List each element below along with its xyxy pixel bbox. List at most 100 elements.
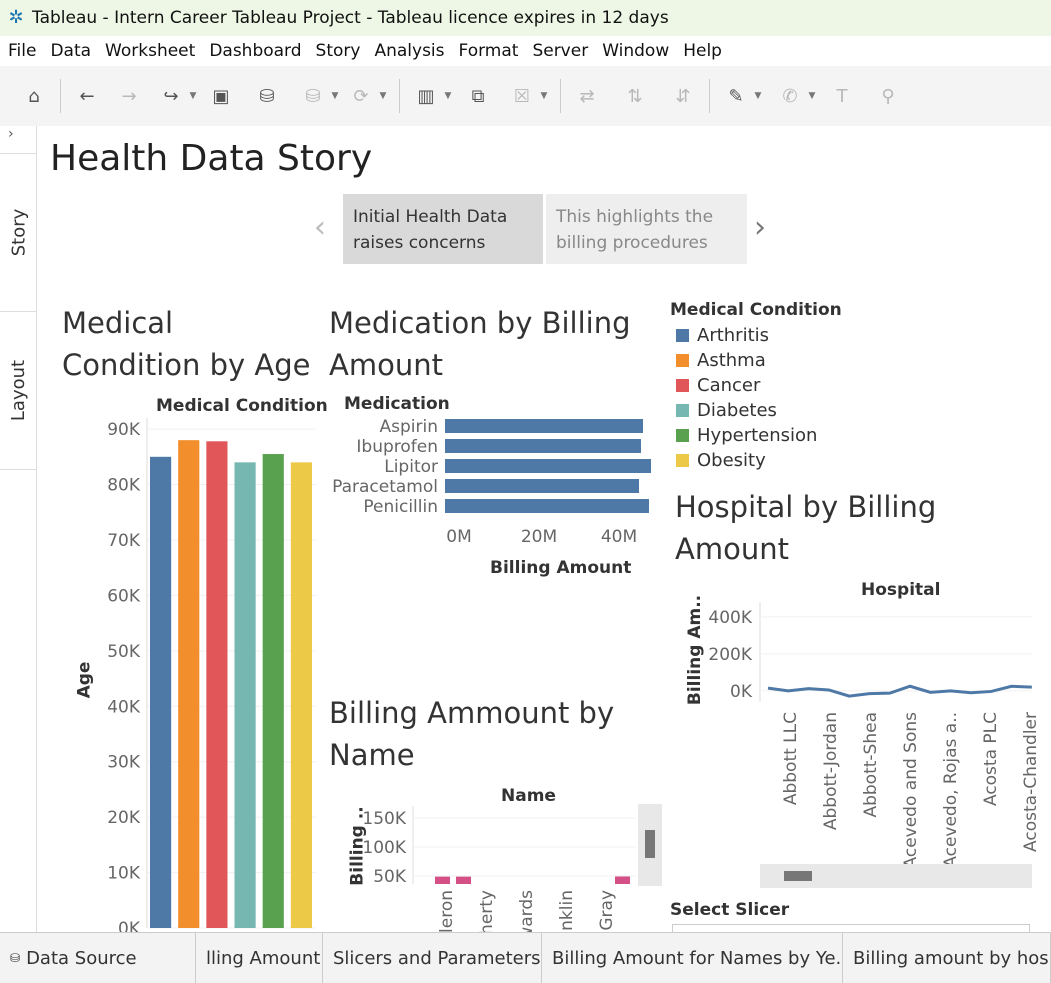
text-icon[interactable]: T [826, 80, 858, 112]
x-tick-label: 20M [521, 527, 557, 547]
tab-billing-amount-names-by-year[interactable]: Billing Amount for Names by Ye... [542, 933, 843, 983]
legend-swatch [676, 404, 689, 417]
next-story-point-icon[interactable]: › [754, 210, 766, 245]
bar-asthma [178, 440, 200, 928]
tab-slicers-and-parameters[interactable]: Slicers and Parameters [323, 933, 542, 983]
y-tick-label: 400K [708, 608, 752, 628]
home-icon[interactable]: ⌂ [18, 80, 50, 112]
name-vertical-scrollbar[interactable] [638, 804, 662, 886]
hospital-horizontal-scrollbar[interactable] [760, 864, 1032, 888]
bar-name [435, 876, 450, 884]
x-tick-label: leron [437, 890, 457, 933]
title-bar: ✲ Tableau - Intern Career Tableau Projec… [0, 0, 1051, 36]
duplicate-icon[interactable]: ⧉ [462, 80, 494, 112]
condition-age-ylabel: Age [74, 661, 95, 699]
pin-icon[interactable]: ⚲ [872, 80, 904, 112]
new-datasource-icon[interactable]: ⛁ [251, 80, 283, 112]
save-icon[interactable]: ▣ [205, 80, 237, 112]
story-point-2[interactable]: This highlights the billing procedures [546, 194, 747, 264]
category-label: Penicillin [363, 497, 438, 517]
highlight-dropdown-icon[interactable]: ▼ [752, 91, 764, 101]
menu-worksheet[interactable]: Worksheet [97, 41, 201, 61]
datasource-dropdown-icon[interactable]: ▼ [329, 91, 341, 101]
new-worksheet-dropdown-icon[interactable]: ▼ [442, 91, 454, 101]
y-tick-label: 40K [107, 697, 141, 717]
sheet-tab-bar: ⛁ Data Source lling Amount Slicers and Pa… [0, 932, 1051, 983]
new-worksheet-icon[interactable]: ▥ [410, 80, 442, 112]
toolbar: ⌂ ← → ↪ ▼ ▣ ⛁ ⛁ ▼ ⟳ ▼ ▥ ▼ ⧉ ☒ ▼ ⇄ ⇅ ⇵ ✎ … [0, 66, 1051, 126]
legend-item-diabetes[interactable]: Diabetes [676, 400, 777, 421]
redo-dropdown-icon[interactable]: ▼ [187, 91, 199, 101]
category-label: Paracetamol [332, 477, 438, 497]
tab-billing-amount-by-hospital[interactable]: Billing amount by hospit [843, 933, 1051, 983]
menu-story[interactable]: Story [308, 41, 367, 61]
swap-icon[interactable]: ⇄ [571, 80, 603, 112]
highlight-icon[interactable]: ✎ [720, 80, 752, 112]
expand-sidebar-icon[interactable]: › [0, 126, 36, 154]
toolbar-divider [709, 79, 710, 113]
scrollbar-thumb[interactable] [645, 830, 655, 858]
legend-label: Asthma [697, 350, 766, 371]
x-tick-label: herty [477, 890, 497, 935]
sort-asc-icon[interactable]: ⇅ [619, 80, 651, 112]
toolbar-divider [399, 79, 400, 113]
datasource-icon: ⛁ [10, 951, 21, 965]
clear-dropdown-icon[interactable]: ▼ [538, 91, 550, 101]
menu-help[interactable]: Help [675, 41, 728, 61]
window-title: Tableau - Intern Career Tableau Project … [32, 8, 669, 28]
menu-data[interactable]: Data [42, 41, 97, 61]
back-icon[interactable]: ← [71, 80, 103, 112]
tab-label: lling Amount [206, 947, 321, 969]
menu-server[interactable]: Server [524, 41, 594, 61]
redo-icon[interactable]: ↪ [155, 80, 187, 112]
legend-item-arthritis[interactable]: Arthritis [676, 325, 769, 346]
tab-layout[interactable]: Layout [0, 312, 37, 470]
attach-icon[interactable]: ✆ [774, 80, 806, 112]
bar-cancer [206, 441, 228, 928]
story-point-1[interactable]: Initial Health Data raises concerns [343, 194, 543, 264]
story-title: Health Data Story [50, 138, 373, 179]
tab-story[interactable]: Story [0, 154, 37, 312]
medication-header: Medication [344, 394, 450, 414]
bar-ibuprofen [445, 439, 641, 453]
story-sidebar: › Story Layout [0, 126, 37, 932]
menu-file[interactable]: File [0, 41, 42, 61]
slicer-label: Select Slicer [670, 900, 790, 920]
menu-dashboard[interactable]: Dashboard [201, 41, 307, 61]
legend-item-obesity[interactable]: Obesity [676, 450, 766, 471]
y-tick-label: 50K [373, 867, 407, 887]
bar-name [615, 876, 630, 884]
legend-label: Arthritis [697, 325, 770, 346]
forward-icon[interactable]: → [113, 80, 145, 112]
toolbar-divider [60, 79, 61, 113]
legend-item-asthma[interactable]: Asthma [676, 350, 766, 371]
datasource-icon[interactable]: ⛁ [297, 80, 329, 112]
legend-item-hypertension[interactable]: Hypertension [676, 425, 817, 446]
tab-data-source[interactable]: ⛁ Data Source [0, 933, 196, 983]
attach-dropdown-icon[interactable]: ▼ [806, 91, 818, 101]
clear-icon[interactable]: ☒ [506, 80, 538, 112]
sort-desc-icon[interactable]: ⇵ [667, 80, 699, 112]
bar-name [456, 876, 471, 884]
legend-title: Medical Condition [670, 300, 842, 320]
tab-label: Slicers and Parameters [333, 947, 541, 969]
hospital-ylabel: Billing Am.. [685, 594, 706, 706]
menu-analysis[interactable]: Analysis [366, 41, 450, 61]
menu-format[interactable]: Format [451, 41, 525, 61]
bar-penicillin [445, 499, 649, 513]
medication-title: Medication by Billing Amount [329, 306, 631, 382]
refresh-icon[interactable]: ⟳ [345, 80, 377, 112]
bar-aspirin [445, 419, 643, 433]
bar-obesity [290, 462, 312, 928]
y-tick-label: 60K [107, 586, 141, 606]
tab-billing-amount[interactable]: lling Amount [196, 933, 323, 983]
legend-item-cancer[interactable]: Cancer [676, 375, 760, 396]
tab-layout-label: Layout [8, 359, 30, 422]
scrollbar-thumb[interactable] [784, 871, 812, 881]
menu-window[interactable]: Window [594, 41, 675, 61]
legend-label: Cancer [697, 375, 761, 396]
medication-xlabel: Billing Amount [490, 558, 632, 578]
refresh-dropdown-icon[interactable]: ▼ [377, 91, 389, 101]
previous-story-point-icon[interactable]: ‹ [314, 210, 326, 245]
x-tick-label: 0M [446, 527, 471, 547]
